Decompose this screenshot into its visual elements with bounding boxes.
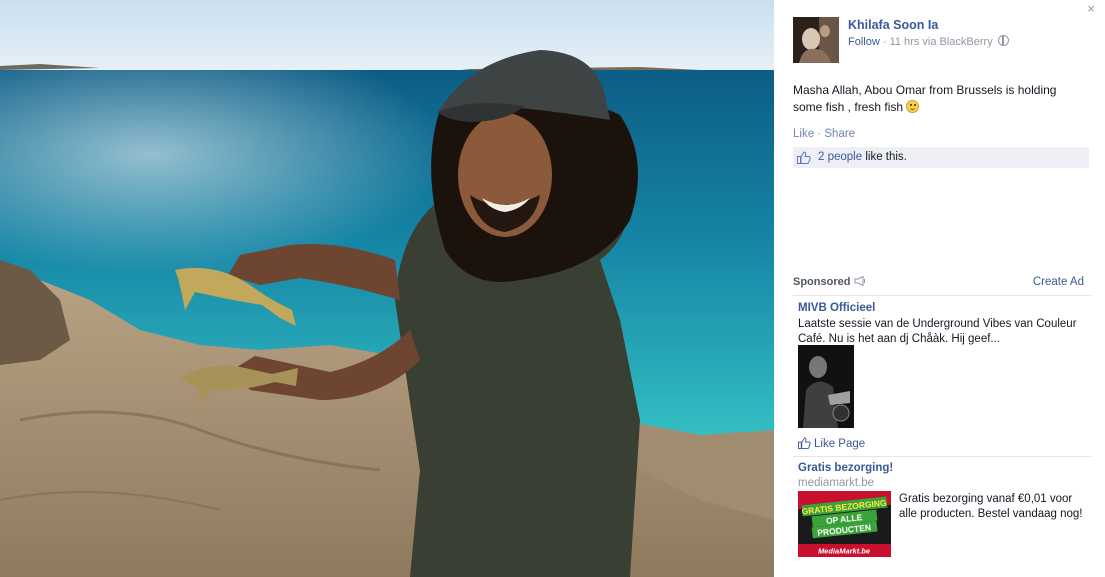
likes-people-link[interactable]: 2 people: [818, 151, 862, 163]
ad-1-title[interactable]: MIVB Officieel: [798, 302, 875, 314]
megaphone-icon: [854, 275, 865, 287]
like-link[interactable]: Like: [793, 128, 814, 140]
globe-icon[interactable]: [997, 35, 1009, 46]
ad-2-url[interactable]: mediamarkt.be: [798, 477, 874, 489]
sponsored-label: Sponsored: [793, 276, 851, 288]
ad-2-body[interactable]: Gratis bezorging vanaf €0,01 voor alle p…: [899, 492, 1089, 522]
like-page-label: Like Page: [814, 438, 866, 450]
post-meta: Follow · 11 hrs via BlackBerry: [848, 35, 1009, 48]
sponsored-heading: Sponsored: [793, 275, 866, 288]
post-photo[interactable]: [0, 0, 774, 577]
thumbs-up-icon: [798, 437, 811, 449]
likes-summary: 2 people like this.: [793, 147, 1089, 168]
share-link[interactable]: Share: [824, 128, 855, 140]
create-ad-link[interactable]: Create Ad: [1033, 276, 1084, 288]
smiley-icon: [906, 100, 920, 113]
follow-link[interactable]: Follow: [848, 36, 880, 48]
ad-1-body[interactable]: Laatste sessie van de Underground Vibes …: [798, 317, 1078, 347]
poster-name[interactable]: Khilafa Soon Ia: [848, 18, 938, 32]
divider: [793, 456, 1091, 457]
ad-1-image[interactable]: [798, 345, 854, 428]
ad-2-title[interactable]: Gratis bezorging!: [798, 462, 893, 474]
likes-text: 2 people like this.: [818, 147, 907, 167]
ad-1-like-page-button[interactable]: Like Page: [798, 437, 865, 450]
action-separator: ·: [817, 128, 822, 140]
caption-text: Masha Allah, Abou Omar from Brussels is …: [793, 83, 1057, 114]
ad-1-photo: [798, 345, 854, 428]
avatar[interactable]: [793, 17, 839, 63]
post-actions: Like · Share: [793, 128, 855, 140]
avatar-image: [793, 17, 839, 63]
photo-image: [0, 0, 774, 577]
ad-2-banner: GRATIS BEZORGING OP ALLE PRODUCTEN Media…: [798, 491, 891, 557]
post-caption: Masha Allah, Abou Omar from Brussels is …: [793, 82, 1083, 116]
post-sidebar: × Khilafa Soon Ia Follow · 11 hrs via Bl…: [774, 0, 1105, 577]
likes-suffix: like this.: [865, 151, 907, 163]
close-icon[interactable]: ×: [1087, 1, 1095, 16]
thumbs-up-icon: [797, 151, 811, 164]
divider: [793, 295, 1091, 296]
post-timestamp[interactable]: · 11 hrs via BlackBerry: [883, 36, 993, 48]
ad-2-brand: MediaMarkt.be: [818, 547, 870, 556]
ad-2-image[interactable]: GRATIS BEZORGING OP ALLE PRODUCTEN Media…: [798, 491, 891, 557]
